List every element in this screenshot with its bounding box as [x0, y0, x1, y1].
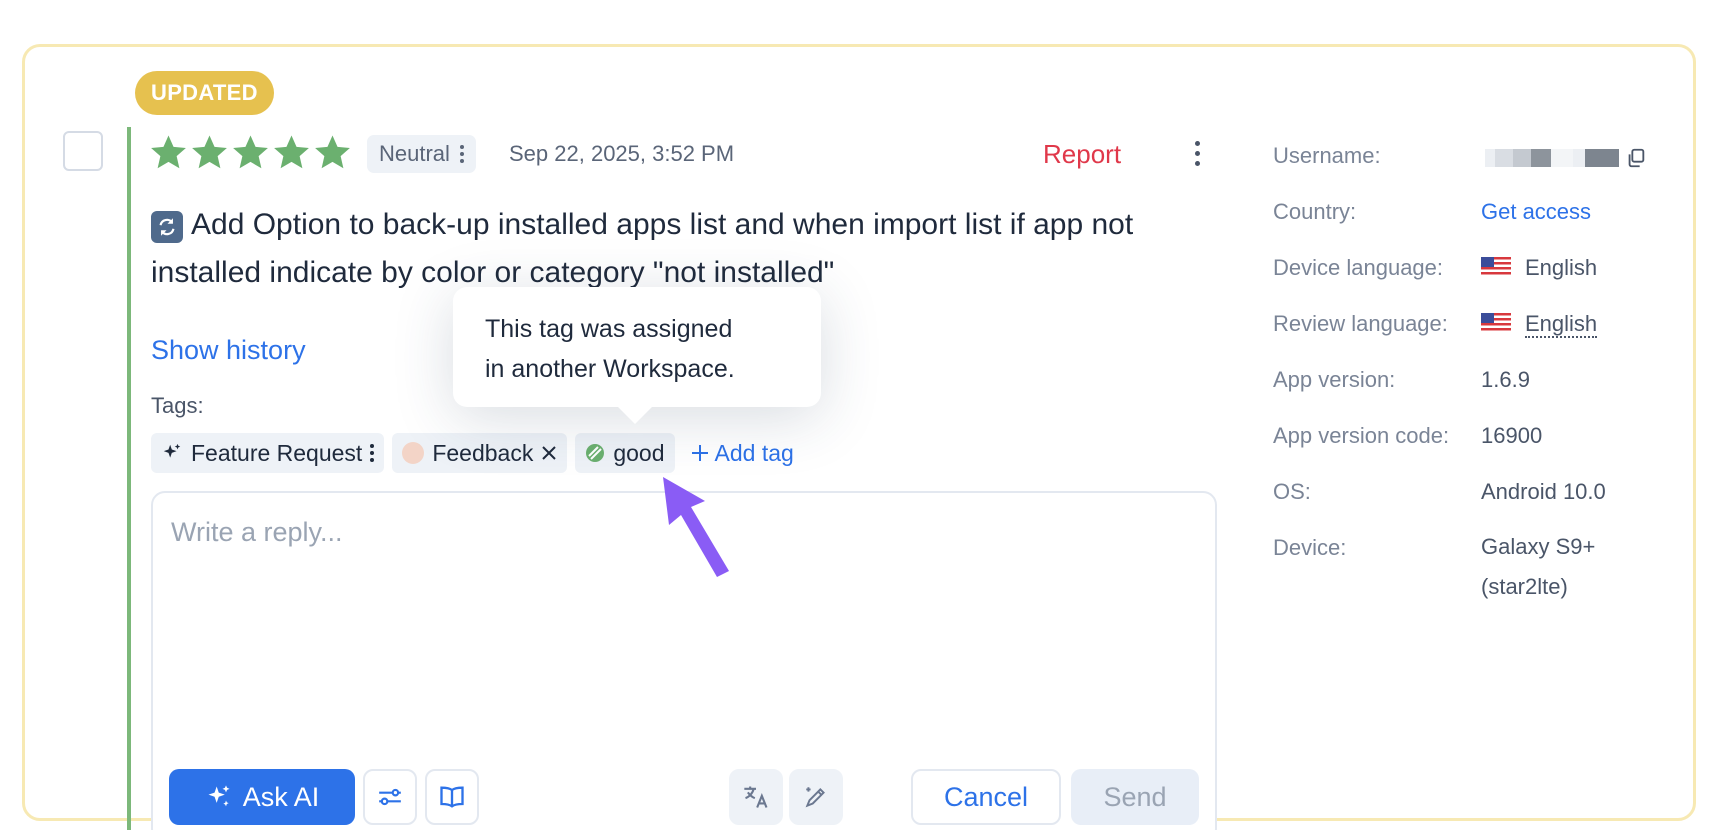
app-version-value: 1.6.9: [1481, 367, 1530, 392]
book-icon: [440, 786, 464, 808]
updated-badge: UPDATED: [135, 71, 274, 115]
tooltip-line-1: This tag was assigned: [485, 315, 733, 343]
translate-button[interactable]: [729, 769, 783, 825]
status-rule: [127, 127, 131, 830]
tags-row: Feature Request Feedback good Add tag: [151, 433, 794, 473]
tag-label: Feedback: [432, 439, 534, 466]
send-button[interactable]: Send: [1071, 769, 1199, 825]
sentiment-chip[interactable]: Neutral: [367, 135, 476, 173]
tooltip-line-2: in another Workspace.: [485, 355, 735, 383]
select-checkbox[interactable]: [63, 131, 103, 171]
cancel-button[interactable]: Cancel: [911, 769, 1061, 825]
username-label: Username:: [1273, 143, 1381, 168]
sentiment-label: Neutral: [379, 141, 450, 166]
os-value: Android 10.0: [1481, 479, 1606, 504]
star-rating: [149, 133, 352, 172]
us-flag-icon: [1481, 313, 1511, 333]
tags-label: Tags:: [151, 393, 204, 418]
add-tag-label: Add tag: [714, 439, 794, 466]
magic-pen-icon: [805, 787, 825, 808]
sync-icon: [151, 211, 183, 243]
os-label: OS:: [1273, 479, 1311, 504]
get-access-link[interactable]: Get access: [1481, 199, 1591, 225]
country-label: Country:: [1273, 199, 1357, 224]
more-vertical-icon[interactable]: [459, 145, 464, 163]
tag-label: Feature Request: [191, 439, 363, 466]
review-body: Add Option to back-up installed apps lis…: [151, 208, 1134, 289]
review-date: Sep 22, 2025, 3:52 PM: [509, 141, 735, 166]
ask-ai-label: Ask AI: [242, 781, 320, 812]
report-button[interactable]: Report: [1043, 139, 1121, 170]
tag-tooltip: This tag was assigned in another Workspa…: [453, 287, 821, 407]
review-language-label: Review language:: [1273, 311, 1448, 336]
app-version-code-label: App version code:: [1273, 423, 1450, 448]
striped-dot-icon: [586, 444, 605, 462]
review-card: UPDATED Neutral Sep 22, 2025, 3:52 PM Re…: [22, 44, 1696, 830]
tag-good[interactable]: good: [575, 433, 675, 473]
add-tag-button[interactable]: Add tag: [691, 440, 794, 467]
app-version-code-value: 16900: [1481, 423, 1543, 448]
redacted-username: [1485, 147, 1647, 169]
review-language-value[interactable]: English: [1525, 311, 1598, 338]
more-vertical-icon[interactable]: [370, 444, 375, 462]
tag-feedback[interactable]: Feedback: [392, 433, 568, 473]
templates-button[interactable]: [425, 769, 479, 825]
reply-placeholder: Write a reply...: [171, 517, 343, 547]
us-flag-icon: [1481, 257, 1511, 277]
sparkle-icon: [208, 785, 230, 807]
device-language-label: Device language:: [1273, 255, 1444, 280]
translate-icon: [744, 786, 768, 808]
star-icon: [274, 135, 309, 169]
tag-feature-request[interactable]: Feature Request: [151, 433, 385, 473]
color-dot-icon: [402, 442, 425, 464]
more-menu-icon[interactable]: [1189, 139, 1206, 168]
device-label: Device:: [1273, 535, 1347, 560]
device-value-line-1: Galaxy S9+: [1481, 534, 1596, 559]
device-value-line-2: (star2lte): [1481, 574, 1568, 599]
star-icon: [315, 135, 350, 169]
show-history-link[interactable]: Show history: [151, 335, 306, 366]
copy-icon[interactable]: [1625, 147, 1647, 169]
star-icon: [151, 135, 186, 169]
ai-edit-button[interactable]: [789, 769, 843, 825]
review-text: Add Option to back-up installed apps lis…: [151, 201, 1211, 297]
star-icon: [233, 135, 268, 169]
pointer-arrow-icon: [663, 477, 729, 577]
app-version-label: App version:: [1273, 367, 1396, 392]
close-icon[interactable]: [541, 445, 557, 461]
plus-icon: [691, 445, 708, 461]
sliders-icon: [379, 788, 401, 806]
settings-sliders-button[interactable]: [363, 769, 417, 825]
sparkle-icon: [163, 443, 181, 458]
tag-label: good: [613, 439, 665, 466]
ask-ai-button[interactable]: Ask AI: [169, 769, 355, 825]
device-language-value: English: [1525, 255, 1598, 280]
star-icon: [192, 135, 227, 169]
